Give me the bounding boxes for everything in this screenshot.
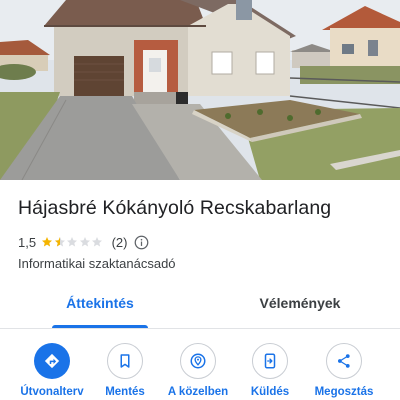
- save-label: Mentés: [105, 386, 145, 398]
- tab-bar: Áttekintés Vélemények: [0, 284, 400, 329]
- nearby-icon: [190, 353, 206, 369]
- action-bar: Útvonalterv Mentés A közelben Küldés Meg…: [0, 340, 400, 400]
- place-category: Informatikai szaktanácsadó: [18, 256, 176, 271]
- house-photo-image: [0, 0, 400, 180]
- rating-stars: [41, 236, 104, 248]
- place-title: Hájasbré Kókányoló Recskabarlang: [18, 197, 332, 219]
- bookmark-icon: [120, 354, 130, 368]
- directions-button[interactable]: Útvonalterv: [12, 340, 92, 398]
- send-label: Küldés: [250, 386, 290, 398]
- share-label: Megosztás: [314, 386, 374, 398]
- directions-label: Útvonalterv: [20, 386, 84, 398]
- rating-value: 1,5: [18, 234, 37, 250]
- active-tab-indicator: [52, 325, 148, 328]
- directions-icon: [44, 353, 60, 369]
- directions-button-circle[interactable]: [34, 343, 70, 379]
- share-button-circle[interactable]: [326, 343, 362, 379]
- place-photo[interactable]: [0, 0, 400, 180]
- tab-reviews[interactable]: Vélemények: [200, 284, 400, 328]
- info-icon[interactable]: [134, 235, 149, 250]
- star-full-icon: [42, 237, 53, 247]
- send-to-phone-button[interactable]: Küldés: [230, 340, 310, 398]
- share-icon: [338, 354, 350, 368]
- send-to-phone-button-circle[interactable]: [252, 343, 288, 379]
- star-empty-icon: [79, 237, 90, 247]
- nearby-button-circle[interactable]: [180, 343, 216, 379]
- star-empty-icon: [67, 237, 78, 247]
- save-button-circle[interactable]: [107, 343, 143, 379]
- rating-row[interactable]: 1,5 (2): [18, 233, 149, 251]
- nearby-label: A közelben: [167, 386, 229, 398]
- share-button[interactable]: Megosztás: [304, 340, 384, 398]
- review-count[interactable]: (2): [112, 235, 128, 250]
- nearby-button[interactable]: A közelben: [158, 340, 238, 398]
- star-half-icon: [54, 237, 65, 247]
- tab-overview[interactable]: Áttekintés: [0, 284, 200, 328]
- save-button[interactable]: Mentés: [85, 340, 165, 398]
- star-empty-icon: [92, 237, 103, 247]
- send-to-phone-icon: [264, 353, 276, 369]
